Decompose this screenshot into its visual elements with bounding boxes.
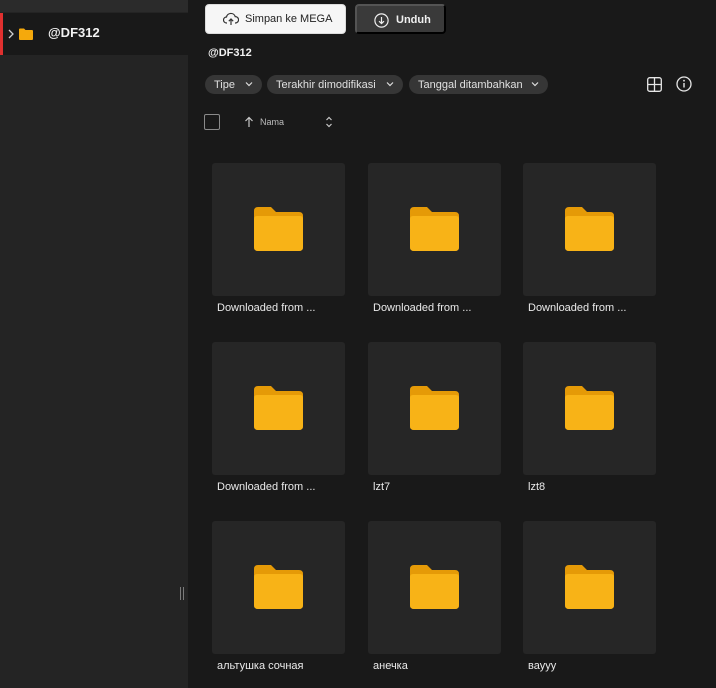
sidebar: @DF312 xyxy=(0,0,188,688)
folder-tile[interactable] xyxy=(368,521,501,654)
folder-name[interactable]: вауyy xyxy=(528,660,556,672)
folder-tile[interactable] xyxy=(212,521,345,654)
sort-toggle-icon[interactable] xyxy=(325,115,333,129)
folder-icon xyxy=(410,207,459,251)
grid-view-icon[interactable] xyxy=(647,77,662,92)
folder-name[interactable]: альтушка сочная xyxy=(217,660,304,672)
folder-tile[interactable] xyxy=(212,342,345,475)
download-icon xyxy=(374,13,389,28)
main-content: Simpan ke MEGA Unduh @DF312 Tipe Terakhi… xyxy=(188,0,716,688)
info-icon[interactable] xyxy=(676,76,692,92)
filter-added-dropdown[interactable]: Tanggal ditambahkan xyxy=(409,75,548,94)
folder-icon xyxy=(254,565,303,609)
folder-name[interactable]: lzt8 xyxy=(528,481,545,493)
breadcrumb[interactable]: @DF312 xyxy=(208,47,252,59)
arrow-up-icon[interactable] xyxy=(244,116,254,128)
folder-tile[interactable] xyxy=(523,342,656,475)
active-indicator xyxy=(0,13,3,55)
download-button[interactable]: Unduh xyxy=(355,4,446,34)
folder-name[interactable]: Downloaded from ... xyxy=(217,481,315,493)
filter-modified-dropdown[interactable]: Terakhir dimodifikasi xyxy=(267,75,403,94)
chevron-down-icon xyxy=(531,82,539,87)
folder-icon xyxy=(254,386,303,430)
sort-by-name-label[interactable]: Nama xyxy=(260,117,284,127)
folder-name[interactable]: Downloaded from ... xyxy=(373,302,471,314)
chevron-right-icon[interactable] xyxy=(7,27,15,41)
folder-name[interactable]: Downloaded from ... xyxy=(217,302,315,314)
filter-type-dropdown[interactable]: Tipe xyxy=(205,75,262,94)
folder-tile[interactable] xyxy=(212,163,345,296)
folder-tile[interactable] xyxy=(523,163,656,296)
save-button-label: Simpan ke MEGA xyxy=(245,13,333,25)
folder-tile[interactable] xyxy=(368,342,501,475)
folder-icon xyxy=(565,565,614,609)
filter-label: Tanggal ditambahkan xyxy=(418,78,523,91)
sidebar-header xyxy=(0,0,188,12)
folder-name[interactable]: lzt7 xyxy=(373,481,390,493)
folder-tile[interactable] xyxy=(368,163,501,296)
download-button-label: Unduh xyxy=(396,14,431,26)
folder-tile[interactable] xyxy=(523,521,656,654)
chevron-down-icon xyxy=(386,82,394,87)
save-to-mega-button[interactable]: Simpan ke MEGA xyxy=(205,4,346,34)
folder-icon xyxy=(254,207,303,251)
sidebar-resize-handle[interactable] xyxy=(180,587,186,600)
select-all-checkbox[interactable] xyxy=(204,114,220,130)
folder-icon xyxy=(19,28,33,40)
folder-icon xyxy=(410,386,459,430)
sidebar-item-label: @DF312 xyxy=(48,25,100,40)
app-window: @DF312 Simpan ke MEGA Unduh @DF312 Tipe xyxy=(0,0,716,688)
folder-icon xyxy=(565,386,614,430)
folder-icon xyxy=(410,565,459,609)
chevron-down-icon xyxy=(245,82,253,87)
folder-name[interactable]: Downloaded from ... xyxy=(528,302,626,314)
folder-icon xyxy=(565,207,614,251)
folder-name[interactable]: анечка xyxy=(373,660,408,672)
sidebar-item-df312[interactable]: @DF312 xyxy=(0,13,188,55)
filter-label: Terakhir dimodifikasi xyxy=(276,78,376,91)
cloud-upload-icon xyxy=(223,12,239,25)
filter-label: Tipe xyxy=(214,78,235,91)
